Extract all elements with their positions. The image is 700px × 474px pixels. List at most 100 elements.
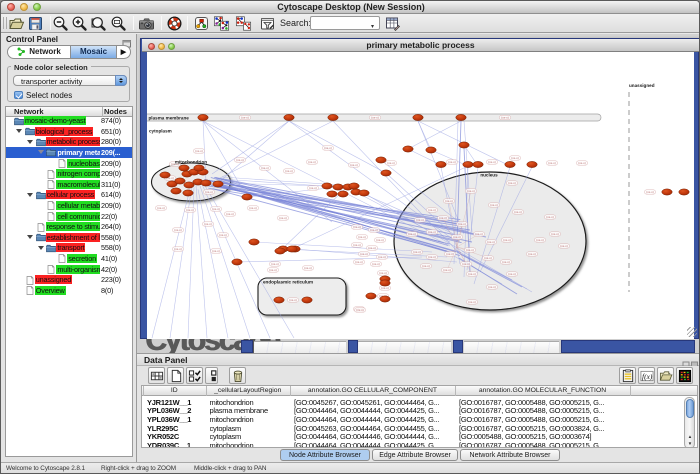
network-node[interactable]: [662, 189, 672, 195]
tree-row[interactable]: macromolecule metab311(0): [6, 179, 132, 190]
annotation-icon[interactable]: [259, 15, 276, 32]
column-header[interactable]: ID: [143, 387, 206, 394]
save-session-icon[interactable]: [27, 15, 44, 32]
tree-row-label[interactable]: establishment of local: [46, 233, 100, 242]
zoom-out-icon[interactable]: [52, 15, 69, 32]
expand-triangle-icon[interactable]: [38, 246, 44, 250]
network-node[interactable]: [463, 161, 473, 167]
network-node[interactable]: [322, 183, 332, 189]
tree-row[interactable]: secretion41(0): [6, 253, 132, 264]
network-node[interactable]: [338, 191, 348, 197]
select-nodes-checkbox[interactable]: [14, 91, 23, 100]
network-node[interactable]: [426, 147, 436, 153]
network-node[interactable]: [302, 297, 312, 303]
data-panel-titlebar[interactable]: Data Panel: [137, 354, 700, 366]
network-node[interactable]: [473, 161, 483, 167]
browser-tab[interactable]: Network Attribute Browser: [460, 449, 560, 461]
tree-row[interactable]: cell communication22(0): [6, 211, 132, 222]
window-titlebar[interactable]: Cytoscape Desktop (New Session): [1, 1, 700, 14]
new-attribute-icon[interactable]: [167, 367, 184, 384]
tree-row-label[interactable]: response to stimulus: [46, 222, 100, 231]
tree-row-label[interactable]: macromolecule metab: [56, 180, 100, 189]
browser-tab[interactable]: Edge Attribute Browser: [372, 449, 458, 461]
network-node[interactable]: [213, 181, 223, 187]
network-node[interactable]: [381, 170, 391, 176]
network-node[interactable]: [183, 190, 193, 196]
tree-row[interactable]: nitrogen compound me209(0): [6, 169, 132, 180]
zoom-in-icon[interactable]: [71, 15, 88, 32]
network-node[interactable]: [274, 297, 284, 303]
tree-row-label[interactable]: Overview: [35, 286, 66, 295]
tree-row[interactable]: metabolic process280(0): [6, 137, 132, 148]
scroll-down-icon[interactable]: ▼: [686, 440, 694, 447]
help-icon[interactable]: [166, 15, 183, 32]
tree-row-label[interactable]: cellular metabolic proc: [56, 201, 100, 210]
tab-network[interactable]: Network: [8, 46, 70, 58]
tree-row-label[interactable]: secretion: [67, 254, 97, 263]
network-node[interactable]: [198, 114, 208, 120]
tree-row[interactable]: transport558(0): [6, 243, 132, 254]
table-row[interactable]: YLR295Ccytoplasm[GO:0045263, GO:0044464,…: [142, 424, 697, 433]
select-all-attributes-icon[interactable]: [186, 367, 203, 384]
snapshot-icon[interactable]: [138, 15, 155, 32]
delete-attribute-icon[interactable]: [229, 367, 246, 384]
heatmap-icon[interactable]: [676, 367, 693, 384]
network-node[interactable]: [328, 114, 338, 120]
tree-row[interactable]: primary metabolic process209(...: [6, 147, 132, 158]
column-header[interactable]: _cellularLayoutRegion: [206, 387, 291, 394]
tree-row-label[interactable]: cell communication: [56, 212, 100, 221]
network-node[interactable]: [160, 172, 170, 178]
network-node[interactable]: [413, 114, 423, 120]
tree-row-label[interactable]: mosaic-demo-yeast: [24, 116, 86, 125]
tree-row-label[interactable]: nucleobase-containing: [67, 159, 100, 168]
formula-builder-icon[interactable]: f(x): [638, 367, 655, 384]
tree-row-label[interactable]: nitrogen compound me: [56, 169, 100, 178]
network-node[interactable]: [287, 246, 297, 252]
search-dropdown-icon[interactable]: ▾: [371, 23, 374, 30]
network-node[interactable]: [359, 190, 369, 196]
network-node[interactable]: [456, 114, 466, 120]
tree-row-label[interactable]: unassigned: [35, 275, 72, 284]
network-node[interactable]: [349, 183, 359, 189]
network-node[interactable]: [327, 191, 337, 197]
new-network-icon[interactable]: [213, 15, 232, 32]
search-input[interactable]: ▾: [310, 16, 380, 30]
network-node[interactable]: [459, 142, 469, 148]
network-canvas[interactable]: (xx-x)(xx-x)(xx-x)(xx-x)(xx-x)(xx-x)(xx-…: [147, 52, 694, 339]
network-node[interactable]: [333, 184, 343, 190]
expand-triangle-icon[interactable]: [38, 150, 44, 154]
tree-row[interactable]: multi-organism proce42(0): [6, 264, 132, 275]
network-node[interactable]: [366, 293, 376, 299]
import-table-icon[interactable]: [384, 15, 401, 32]
expand-triangle-icon[interactable]: [27, 193, 33, 197]
tree-row-label[interactable]: cellular process: [46, 190, 96, 199]
tab-overflow-arrow[interactable]: ▶: [117, 46, 130, 58]
network-node[interactable]: [403, 146, 413, 152]
network-node[interactable]: [201, 180, 211, 186]
column-header[interactable]: annotation.GO CELLULAR_COMPONENT: [290, 387, 455, 394]
tree-row[interactable]: mosaic-demo-yeast874(0): [6, 116, 132, 127]
copy-network-icon[interactable]: [235, 15, 254, 32]
network-node[interactable]: [249, 239, 259, 245]
tree-row[interactable]: cellular process614(0): [6, 190, 132, 201]
tree-row-label[interactable]: multi-organism proce: [56, 265, 100, 274]
network-node[interactable]: [179, 165, 189, 171]
network-view-window[interactable]: primary metabolic process (xx-x)(xx-x)(x…: [140, 38, 699, 339]
table-row[interactable]: YDR039C__1mitochondrion[GO:0044464, GO:0…: [142, 441, 697, 448]
network-node[interactable]: [171, 188, 181, 194]
tree-row-label[interactable]: biological_process: [35, 127, 93, 136]
network-node[interactable]: [284, 114, 294, 120]
network-node[interactable]: [376, 157, 386, 163]
network-graph[interactable]: (xx-x)(xx-x)(xx-x)(xx-x)(xx-x)(xx-x)(xx-…: [147, 52, 694, 339]
table-row[interactable]: YPL036W__1mitochondrion[GO:0044464, GO:0…: [142, 415, 697, 424]
network-node[interactable]: [527, 161, 537, 167]
table-scrollbar[interactable]: ▲ ▼: [684, 397, 695, 448]
tree-row[interactable]: cellular metabolic proc209(0): [6, 200, 132, 211]
browser-tab[interactable]: Node Attribute Browser: [280, 449, 370, 461]
expand-triangle-icon[interactable]: [16, 129, 22, 133]
import-attributes-icon[interactable]: [619, 367, 636, 384]
combo-spinner-icon[interactable]: [115, 75, 127, 86]
table-row[interactable]: YKR052Ccytoplasm[GO:0044464, GO:0044446,…: [142, 432, 697, 441]
network-node[interactable]: [242, 194, 252, 200]
network-node[interactable]: [232, 259, 242, 265]
